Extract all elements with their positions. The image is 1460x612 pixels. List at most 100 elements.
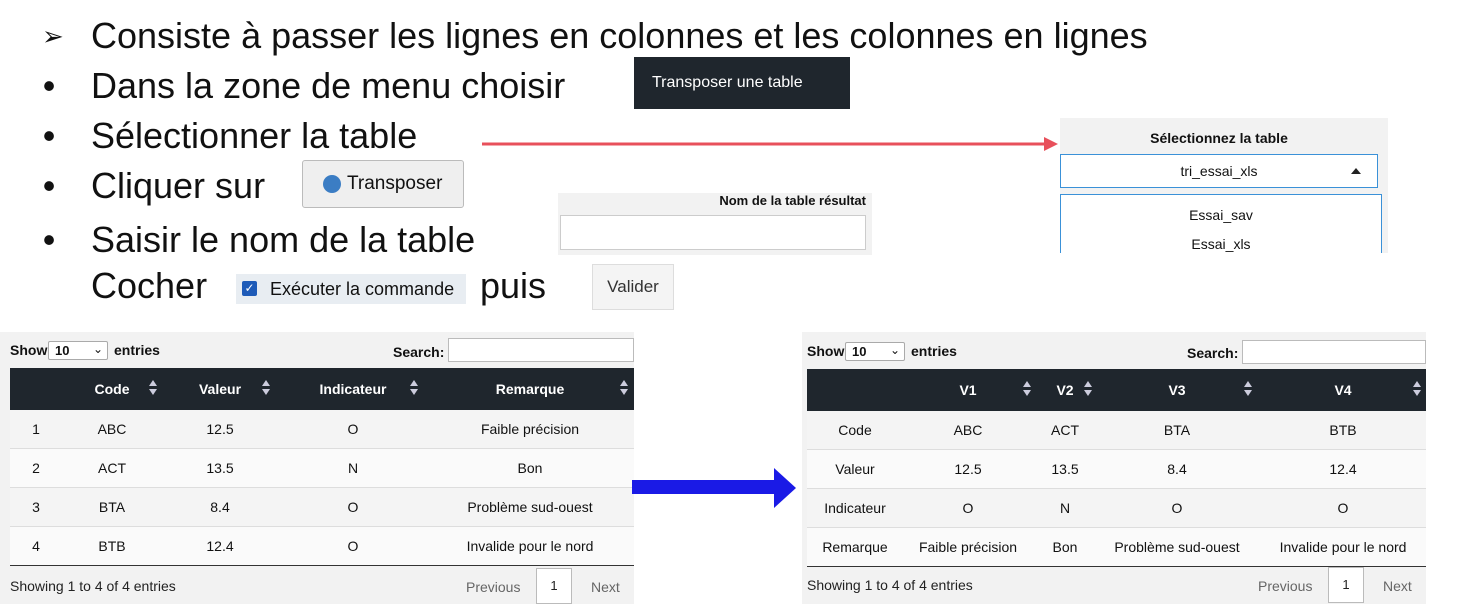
- cell: 12.5: [206, 421, 234, 437]
- transposer-button[interactable]: Transposer: [302, 160, 464, 208]
- header-remarque[interactable]: Remarque: [440, 368, 620, 410]
- sort-icon[interactable]: [262, 380, 270, 396]
- cell: O: [347, 499, 359, 515]
- select-table-panel: Sélectionnez la table tri_essai_xls Essa…: [1060, 118, 1388, 253]
- header-v2[interactable]: V2: [1047, 369, 1083, 411]
- bullet-dot-icon: •: [42, 219, 56, 260]
- cell: Indicateur: [824, 500, 886, 516]
- page-1-button[interactable]: 1: [536, 568, 572, 604]
- cell: Faible précision: [918, 539, 1018, 555]
- cell: Problème sud-ouest: [1114, 539, 1240, 555]
- header-indicateur[interactable]: Indicateur: [302, 368, 404, 410]
- sort-icon[interactable]: [1413, 381, 1421, 397]
- table-after: Show 10 ⌄ entries Search: V1 V2 V3 V4 Co…: [802, 332, 1426, 604]
- cell: BTB: [98, 538, 126, 554]
- sort-icon[interactable]: [620, 380, 628, 396]
- entries-select-value: 10: [852, 344, 867, 359]
- result-table-name-label: Nom de la table résultat: [719, 193, 866, 208]
- cell: Code: [838, 422, 872, 438]
- arrow-bullet-icon: ➢: [42, 21, 64, 51]
- table-row: Valeur 12.5 13.5 8.4 12.4: [807, 450, 1426, 489]
- caret-up-icon: [1351, 168, 1361, 174]
- dropdown-option[interactable]: Essai_xls: [1061, 236, 1381, 252]
- next-button[interactable]: Next: [1383, 578, 1412, 594]
- cell: O: [347, 421, 359, 437]
- bullet-text: Consiste à passer les lignes en colonnes…: [91, 15, 1148, 56]
- table-row: Remarque Faible précision Bon Problème s…: [807, 528, 1426, 567]
- header-v1[interactable]: V1: [922, 369, 1014, 411]
- puis-text: puis: [480, 265, 547, 306]
- bullet-dot-icon: •: [42, 65, 56, 106]
- page-1-button[interactable]: 1: [1328, 567, 1364, 603]
- previous-button[interactable]: Previous: [466, 579, 520, 595]
- bullet-text: Sélectionner la table: [91, 115, 418, 156]
- blue-arrow-icon: [632, 468, 796, 508]
- table-row: 2 ACT 13.5 N Bon: [10, 449, 634, 488]
- cell: BTB: [1329, 422, 1357, 438]
- cell: Problème sud-ouest: [467, 499, 593, 515]
- entries-select[interactable]: 10 ⌄: [48, 341, 108, 360]
- sort-icon[interactable]: [1023, 381, 1031, 397]
- cell: 2: [32, 460, 40, 476]
- table-row: 1 ABC 12.5 O Faible précision: [10, 410, 634, 449]
- header-v4[interactable]: V4: [1277, 369, 1409, 411]
- show-label: Show: [807, 343, 845, 359]
- table-row: 3 BTA 8.4 O Problème sud-ouest: [10, 488, 634, 527]
- execute-command-checkbox[interactable]: ✓ Exécuter la commande: [236, 274, 466, 304]
- table-info: Showing 1 to 4 of 4 entries: [807, 577, 973, 593]
- circle-icon: [323, 175, 341, 193]
- search-input[interactable]: [1242, 340, 1426, 364]
- table-select-dropdown: Essai_sav Essai_xls: [1060, 194, 1382, 253]
- cell: Invalide pour le nord: [1279, 539, 1407, 555]
- valider-button[interactable]: Valider: [592, 264, 674, 310]
- table-select[interactable]: tri_essai_xls: [1060, 154, 1378, 188]
- sort-icon[interactable]: [410, 380, 418, 396]
- cell: 8.4: [210, 499, 230, 515]
- cell: O: [347, 538, 359, 554]
- dropdown-option[interactable]: Essai_sav: [1061, 207, 1381, 223]
- cell: BTA: [1163, 422, 1191, 438]
- cell: O: [962, 500, 974, 516]
- cell: 8.4: [1167, 461, 1187, 477]
- checkbox-checked-icon: ✓: [242, 281, 257, 296]
- table-header: V1 V2 V3 V4: [807, 369, 1426, 411]
- cell: ABC: [97, 421, 127, 437]
- previous-button[interactable]: Previous: [1258, 578, 1312, 594]
- search-input[interactable]: [448, 338, 634, 362]
- cell: Faible précision: [480, 421, 580, 437]
- bullet-dot-icon: •: [42, 115, 56, 156]
- header-v3[interactable]: V3: [1119, 369, 1235, 411]
- table-before: Show 10 ⌄ entries Search: Code Valeur In…: [0, 332, 634, 604]
- chevron-down-icon: ⌄: [92, 342, 103, 356]
- cell: 13.5: [1051, 461, 1079, 477]
- sort-icon[interactable]: [1084, 381, 1092, 397]
- cell: BTA: [98, 499, 126, 515]
- sort-icon[interactable]: [149, 380, 157, 396]
- cell: Bon: [517, 460, 543, 476]
- result-table-name-input[interactable]: [560, 215, 866, 250]
- cell: O: [1171, 500, 1183, 516]
- cell: N: [1059, 500, 1071, 516]
- sort-icon[interactable]: [1244, 381, 1252, 397]
- entries-select-value: 10: [55, 343, 70, 358]
- next-button[interactable]: Next: [591, 579, 620, 595]
- red-arrow-icon: [482, 137, 1058, 151]
- bullet-text: Dans la zone de menu choisir: [91, 65, 566, 106]
- chevron-down-icon: ⌄: [889, 343, 900, 357]
- bullet-dot-icon: •: [42, 165, 56, 206]
- search-label: Search:: [1187, 345, 1239, 361]
- header-valeur[interactable]: Valeur: [182, 368, 258, 410]
- cell: Valeur: [835, 461, 875, 477]
- entries-label: entries: [114, 342, 160, 358]
- entries-label: entries: [911, 343, 957, 359]
- entries-select[interactable]: 10 ⌄: [845, 342, 905, 361]
- transposer-button-label: Transposer: [347, 173, 443, 194]
- cell: 1: [32, 421, 40, 437]
- transposer-table-menu-button[interactable]: Transposer une table: [634, 57, 850, 109]
- table-row: Indicateur O N O O: [807, 489, 1426, 528]
- cell: 12.4: [1329, 461, 1357, 477]
- cell: ACT: [98, 460, 126, 476]
- cell: 4: [32, 538, 40, 554]
- result-table-name-panel: Nom de la table résultat: [558, 193, 872, 255]
- header-code[interactable]: Code: [80, 368, 144, 410]
